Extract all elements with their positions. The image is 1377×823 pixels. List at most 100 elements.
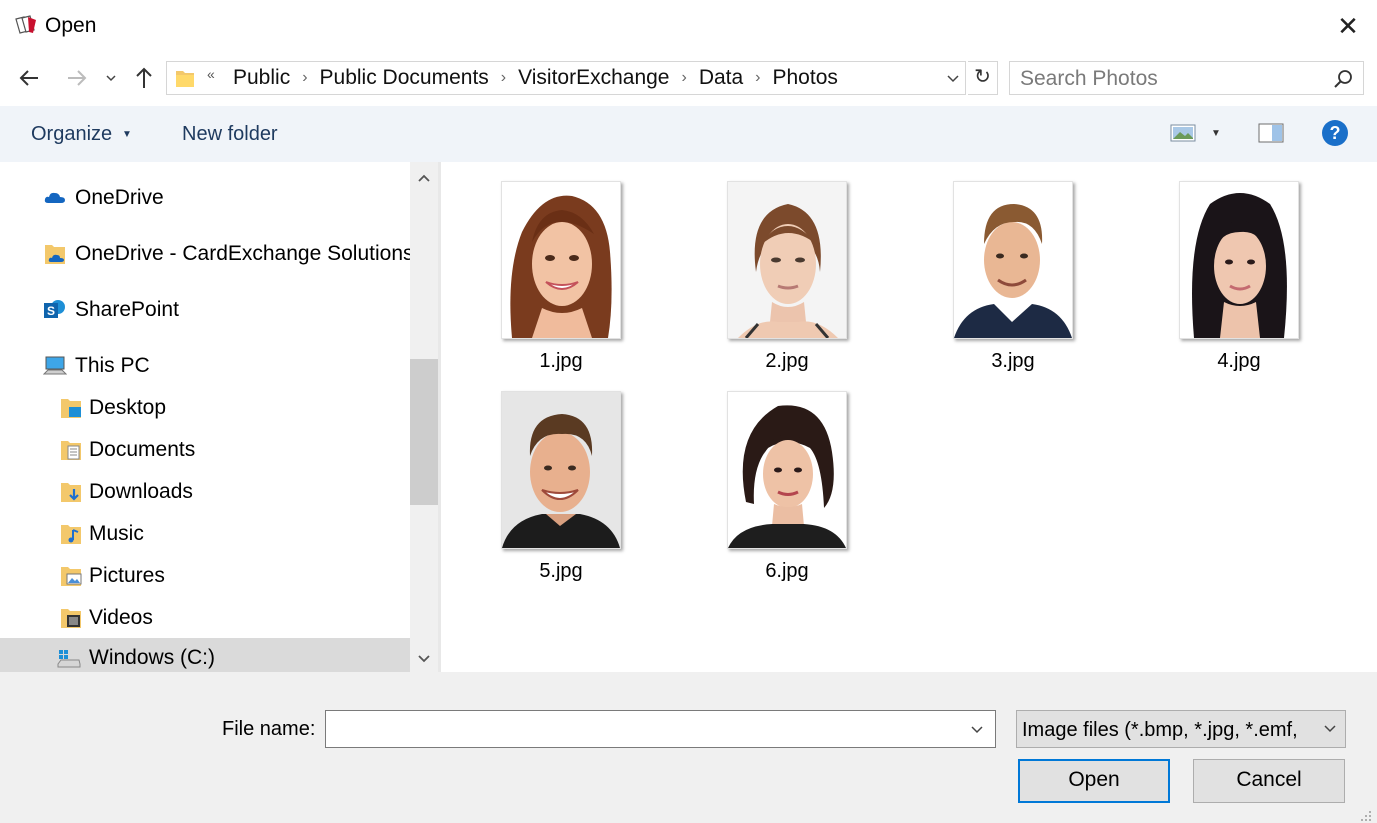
nav-item-label: Desktop xyxy=(89,396,167,419)
arrow-right-icon xyxy=(68,70,87,86)
navigation-pane: OneDrive OneDrive - CardExchange Solutio… xyxy=(0,162,410,672)
file-name: 6.jpg xyxy=(765,560,809,582)
nav-item-label: Windows (C:) xyxy=(89,646,216,669)
title-bar: Open ✕ xyxy=(0,0,1377,52)
svg-text:S: S xyxy=(47,304,55,318)
address-bar[interactable]: « Public › Public Documents › VisitorExchang… xyxy=(166,61,966,95)
breadcrumb-item[interactable]: Photos xyxy=(773,66,838,90)
nav-item-downloads[interactable]: Downloads xyxy=(0,472,410,512)
nav-item-label: Documents xyxy=(89,438,196,461)
organize-button[interactable]: Organize xyxy=(31,123,112,146)
back-button[interactable] xyxy=(16,64,44,92)
desktop-folder-icon xyxy=(61,399,81,418)
file-item[interactable]: 5.jpg xyxy=(471,391,621,591)
breadcrumb-item[interactable]: Public Documents xyxy=(320,66,489,90)
photo-thumbnail xyxy=(953,181,1073,339)
nav-item-label: This PC xyxy=(75,354,150,377)
folder-cloud-icon xyxy=(45,245,65,264)
photo-thumbnail xyxy=(501,391,621,549)
refresh-icon[interactable]: ↻ xyxy=(968,61,998,95)
nav-item-onedrive-cardexchange[interactable]: OneDrive - CardExchange Solutions xyxy=(0,234,410,274)
scroll-up-icon[interactable] xyxy=(410,168,438,188)
file-name: 2.jpg xyxy=(765,350,809,372)
nav-item-windows-c[interactable]: Windows (C:) xyxy=(0,638,410,672)
nav-item-label: Pictures xyxy=(89,564,165,587)
file-item[interactable]: 3.jpg xyxy=(923,181,1073,381)
file-item[interactable]: 6.jpg xyxy=(697,391,847,591)
nav-item-label: OneDrive - CardExchange Solutions xyxy=(75,242,410,265)
photo-thumbnail xyxy=(1179,181,1299,339)
caret-down-icon[interactable]: ▼ xyxy=(122,129,132,140)
nav-item-this-pc[interactable]: This PC xyxy=(0,346,410,386)
breadcrumb-chevron-icon[interactable]: › xyxy=(302,69,307,87)
search-input[interactable] xyxy=(1018,65,1322,93)
chevron-down-icon[interactable] xyxy=(943,68,963,88)
nav-item-music[interactable]: Music xyxy=(0,514,410,554)
nav-item-label: Downloads xyxy=(89,480,193,503)
breadcrumb-item[interactable]: VisitorExchange xyxy=(518,66,669,90)
file-name-input[interactable] xyxy=(332,715,956,745)
open-button[interactable]: Open xyxy=(1018,759,1170,803)
pictures-folder-icon xyxy=(61,567,82,586)
file-name: 5.jpg xyxy=(539,560,583,582)
up-button[interactable] xyxy=(130,64,158,92)
dialog-footer: File name: Image files (*.bmp, *.jpg, *.… xyxy=(0,672,1377,823)
window-title: Open xyxy=(45,14,97,37)
search-icon[interactable] xyxy=(1332,68,1354,90)
photo-thumbnail xyxy=(501,181,621,339)
downloads-folder-icon xyxy=(61,483,81,502)
nav-item-onedrive[interactable]: OneDrive xyxy=(0,178,410,218)
preview-pane-icon[interactable] xyxy=(1258,122,1284,144)
breadcrumb-item[interactable]: Public xyxy=(233,66,290,90)
chevron-down-icon[interactable] xyxy=(966,718,988,740)
chevron-down-icon xyxy=(106,75,116,82)
resize-grip-icon[interactable] xyxy=(1360,810,1372,822)
file-name-label: File name: xyxy=(222,718,316,740)
file-type-value: Image files (*.bmp, *.jpg, *.emf, xyxy=(1022,719,1298,741)
computer-icon xyxy=(43,356,67,375)
nav-item-pictures[interactable]: Pictures xyxy=(0,556,410,596)
sharepoint-icon: S xyxy=(44,300,65,318)
nav-item-documents[interactable]: Documents xyxy=(0,430,410,470)
nav-item-videos[interactable]: Videos xyxy=(0,598,410,638)
address-overflow[interactable]: « xyxy=(207,66,215,82)
search-box[interactable] xyxy=(1009,61,1364,95)
folder-icon xyxy=(176,71,194,87)
nav-item-label: Videos xyxy=(89,606,153,629)
cancel-button[interactable]: Cancel xyxy=(1193,759,1345,803)
breadcrumb: Public › Public Documents › VisitorExchange ›… xyxy=(233,66,838,90)
scroll-thumb[interactable] xyxy=(410,359,438,505)
file-name: 1.jpg xyxy=(539,350,583,372)
scroll-down-icon[interactable] xyxy=(410,648,438,668)
change-view-icon[interactable] xyxy=(1170,122,1196,144)
breadcrumb-chevron-icon[interactable]: › xyxy=(755,69,760,87)
file-item[interactable]: 2.jpg xyxy=(697,181,847,381)
forward-button[interactable] xyxy=(62,64,90,92)
file-type-select[interactable]: Image files (*.bmp, *.jpg, *.emf, xyxy=(1016,710,1346,748)
command-bar: Organize ▼ New folder ▼ ? xyxy=(0,106,1377,163)
nav-scrollbar[interactable] xyxy=(410,162,438,672)
breadcrumb-item[interactable]: Data xyxy=(699,66,743,90)
chevron-down-icon[interactable] xyxy=(1321,719,1339,742)
file-name: 3.jpg xyxy=(991,350,1035,372)
file-name: 4.jpg xyxy=(1217,350,1261,372)
new-folder-button[interactable]: New folder xyxy=(182,123,278,146)
nav-item-label: Music xyxy=(89,522,144,545)
app-icon xyxy=(15,15,36,34)
breadcrumb-chevron-icon[interactable]: › xyxy=(501,69,506,87)
file-item[interactable]: 1.jpg xyxy=(471,181,621,381)
recent-locations-button[interactable] xyxy=(102,66,120,90)
breadcrumb-chevron-icon[interactable]: › xyxy=(681,69,686,87)
photo-thumbnail xyxy=(727,391,847,549)
caret-down-icon[interactable]: ▼ xyxy=(1211,128,1221,139)
close-icon[interactable]: ✕ xyxy=(1332,10,1364,42)
arrow-left-icon xyxy=(19,70,38,86)
help-icon[interactable]: ? xyxy=(1321,119,1349,147)
file-item[interactable]: 4.jpg xyxy=(1149,181,1299,381)
file-name-combobox[interactable] xyxy=(325,710,996,748)
drive-icon xyxy=(57,650,81,668)
photo-thumbnail xyxy=(727,181,847,339)
nav-item-sharepoint[interactable]: S SharePoint xyxy=(0,290,410,330)
nav-item-desktop[interactable]: Desktop xyxy=(0,388,410,428)
file-list: 1.jpg 2.jpg 3.jpg 4.jpg 5.jpg 6.jpg xyxy=(441,162,1377,672)
